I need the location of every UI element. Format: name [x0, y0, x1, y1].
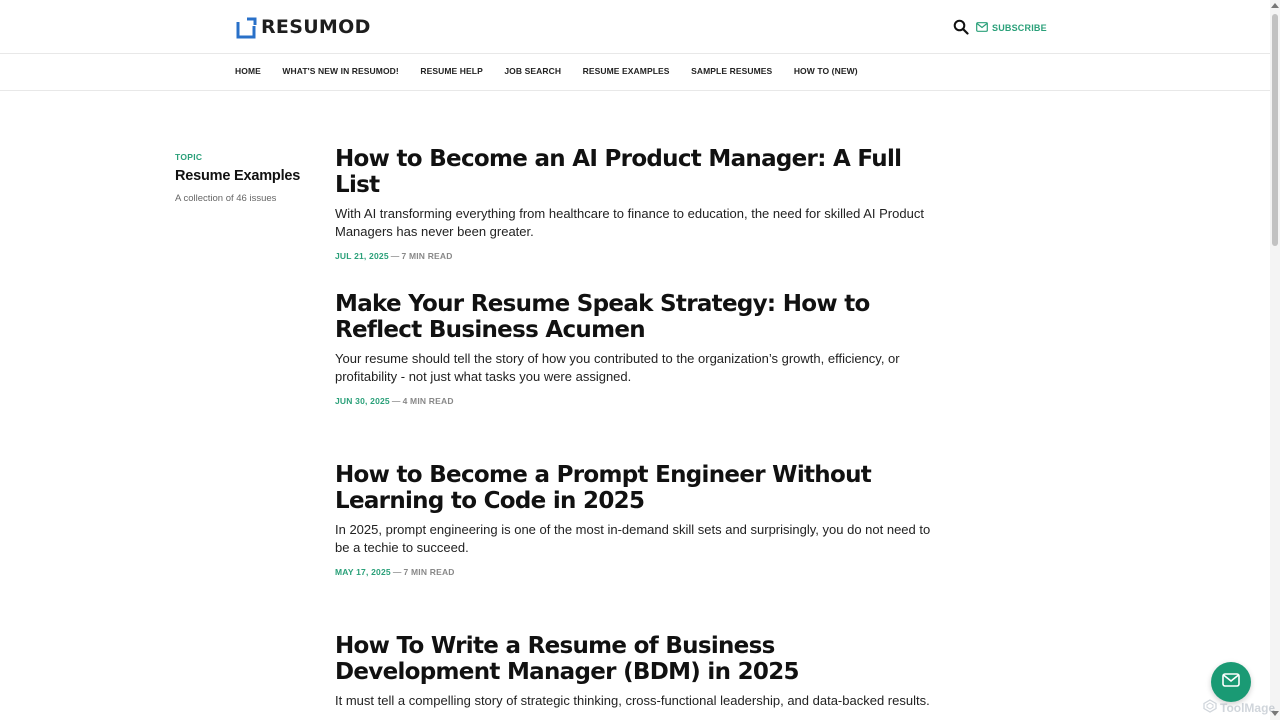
meta-separator: — — [391, 396, 401, 406]
site-logo[interactable]: RESUMOD — [235, 16, 371, 39]
article-meta: MAY 17, 2025—7 MIN READ — [335, 567, 935, 577]
article-card: How to Become an AI Product Manager: A F… — [335, 146, 935, 261]
logo-text: RESUMOD — [261, 16, 371, 38]
article-excerpt: Your resume should tell the story of how… — [335, 351, 900, 384]
article-date: JUL 21, 2025 — [335, 251, 389, 261]
logo-icon — [235, 17, 257, 39]
main-nav: HOME WHAT'S NEW IN RESUMOD! RESUME HELP … — [0, 54, 1270, 91]
nav-item-whats-new[interactable]: WHAT'S NEW IN RESUMOD! — [282, 66, 398, 76]
article-meta: JUL 21, 2025—7 MIN READ — [335, 251, 935, 261]
article-excerpt: It must tell a compelling story of strat… — [335, 693, 930, 708]
article-card: How to Become a Prompt Engineer Without … — [335, 462, 935, 577]
scroll-up-arrow-icon[interactable] — [1271, 3, 1279, 8]
article-excerpt: In 2025, prompt engineering is one of th… — [335, 522, 931, 555]
article-excerpt: With AI transforming everything from hea… — [335, 206, 924, 239]
meta-separator: — — [392, 567, 402, 577]
article-read-time: 7 MIN READ — [401, 251, 453, 261]
search-icon[interactable] — [953, 19, 969, 35]
floating-mail-button[interactable] — [1211, 662, 1251, 702]
page-scrollbar[interactable] — [1270, 0, 1280, 720]
article-title[interactable]: Make Your Resume Speak Strategy: How to … — [335, 291, 935, 343]
topic-title: Resume Examples — [175, 168, 301, 184]
subscribe-button[interactable]: SUBSCRIBE — [976, 19, 1047, 37]
article-card: How To Write a Resume of Business Develo… — [335, 633, 935, 710]
article-title[interactable]: How to Become an AI Product Manager: A F… — [335, 146, 935, 198]
topic-sidebar: TOPIC Resume Examples A collection of 46… — [175, 152, 315, 204]
watermark-icon — [1203, 699, 1217, 716]
nav-item-sample-resumes[interactable]: SAMPLE RESUMES — [691, 66, 772, 76]
nav-item-resume-help[interactable]: RESUME HELP — [420, 66, 483, 76]
article-date: MAY 17, 2025 — [335, 567, 391, 577]
watermark: ToolMage — [1203, 699, 1275, 716]
article-title[interactable]: How to Become a Prompt Engineer Without … — [335, 462, 935, 514]
nav-item-home[interactable]: HOME — [235, 66, 261, 76]
topic-kicker: TOPIC — [175, 152, 203, 162]
nav-item-job-search[interactable]: JOB SEARCH — [504, 66, 561, 76]
mail-icon — [1222, 672, 1240, 692]
article-title[interactable]: How To Write a Resume of Business Develo… — [335, 633, 935, 685]
article-card: Make Your Resume Speak Strategy: How to … — [335, 291, 935, 406]
article-read-time: 7 MIN READ — [403, 567, 455, 577]
scrollbar-thumb[interactable] — [1272, 14, 1278, 246]
watermark-text: ToolMage — [1220, 700, 1276, 715]
meta-separator: — — [390, 251, 400, 261]
article-read-time: 4 MIN READ — [402, 396, 454, 406]
topic-count: A collection of 46 issues — [175, 193, 277, 204]
nav-item-resume-examples[interactable]: RESUME EXAMPLES — [583, 66, 670, 76]
article-date: JUN 30, 2025 — [335, 396, 390, 406]
mail-icon — [976, 19, 988, 37]
nav-item-how-to[interactable]: HOW TO (NEW) — [794, 66, 858, 76]
subscribe-label: SUBSCRIBE — [992, 23, 1047, 33]
article-meta: JUN 30, 2025—4 MIN READ — [335, 396, 935, 406]
site-header: RESUMOD SUBSCRIBE — [0, 0, 1270, 54]
